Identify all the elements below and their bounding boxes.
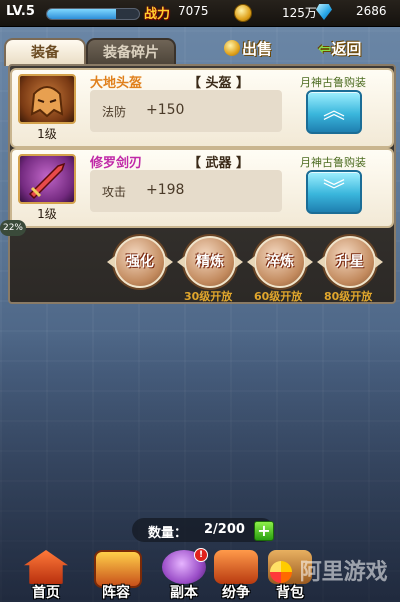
stat-name: 法防 [102,105,127,119]
expand-capacity-button[interactable]: + [254,521,274,541]
sell-label: 出售 [242,40,273,58]
nav-label: 首页 [32,585,60,601]
item-slot: 【 头盔 】 [188,76,250,91]
unequip-button[interactable]: ︽ [306,90,362,134]
power-label: 战力 [144,7,171,22]
unlock-label: 80级开放 [324,290,373,303]
player-level: LV.5 [6,4,35,19]
chevron-up-icon: ︽ [322,99,345,124]
gem-icon [316,4,332,20]
back-label: 返回 [331,40,362,58]
stat-box: 攻击 +198 [90,170,282,212]
item-level: 1级 [37,207,57,221]
exp-bar-fill [47,9,116,19]
nav-team[interactable]: 阵容 [86,548,146,602]
tab-equipment[interactable]: 装备 [4,38,86,66]
gem-value: 2686 [356,4,387,18]
refine-button[interactable]: 精炼 [177,236,243,288]
coin-icon [234,4,252,22]
watermark-logo-icon [270,561,292,583]
home-icon [24,550,68,584]
nav-dungeon[interactable]: ! 副本 [154,548,214,602]
equipment-card[interactable]: 1级 修罗剑刃 【 武器 】 月神古鲁购装 攻击 +198 ︾ [10,148,394,228]
watermark-text: 阿里游戏 [299,560,388,585]
item-name: 大地头盔 [90,76,143,91]
unlock-label: 30级开放 [184,290,233,303]
battle-icon [214,550,258,584]
nav-home[interactable]: 首页 [16,548,76,602]
nav-label: 纷争 [222,585,250,601]
top-status-bar: LV.5 战力 7075 125万 2686 [0,0,400,27]
sword-icon[interactable] [18,154,76,204]
coin-value: 125万 [282,6,317,20]
stat-value: +150 [146,102,185,118]
back-button[interactable]: ⇦返回 [318,38,361,60]
back-arrow-icon: ⇦ [318,39,332,58]
enhance-button[interactable]: 强化 [107,236,173,288]
count-label: 数量： [148,526,188,541]
chevron-down-icon: ︾ [322,179,345,204]
sell-button[interactable]: 出售 [224,38,272,60]
nav-battle[interactable]: 纷争 [206,548,266,602]
equipment-card[interactable]: 1级 大地头盔 【 头盔 】 月神古鲁购装 法防 +150 ︽ [10,68,394,148]
equip-button[interactable]: ︾ [306,170,362,214]
stat-value: +198 [146,182,185,198]
watermark: 阿里游戏 [270,554,400,594]
item-name: 修罗剑刃 [90,156,143,171]
count-value: 2/200 [204,522,245,537]
unlock-label: 60级开放 [254,290,303,303]
temper-button[interactable]: 淬炼 [247,236,313,288]
exp-bar [46,8,140,20]
nav-label: 副本 [170,585,198,601]
tab-equipment-fragments[interactable]: 装备碎片 [86,38,176,66]
side-percent-badge: 22% [0,220,26,236]
helmet-icon[interactable] [18,74,76,124]
coin-icon [224,40,240,56]
stat-name: 攻击 [102,185,127,199]
item-level: 1级 [37,127,57,141]
item-slot: 【 武器 】 [188,156,250,171]
item-source: 月神古鲁购装 [300,156,366,169]
item-source: 月神古鲁购装 [300,76,366,89]
star-up-button[interactable]: 升星 [317,236,383,288]
power-value: 7075 [178,4,209,18]
nav-label: 阵容 [102,585,130,601]
inventory-count: 数量： 2/200 + [132,518,274,542]
stat-box: 法防 +150 [90,90,282,132]
